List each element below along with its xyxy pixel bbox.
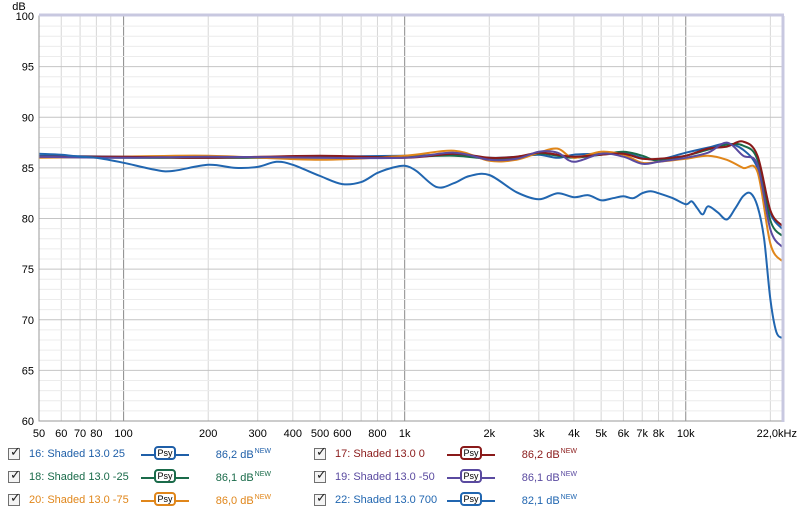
x-tick-label: 600 xyxy=(333,428,351,440)
new-badge: NEW xyxy=(254,494,271,501)
psy-button[interactable]: Psy xyxy=(447,492,495,508)
y-tick-label: 60 xyxy=(22,416,34,428)
y-tick-label: 65 xyxy=(22,365,34,377)
x-tick-label: 400 xyxy=(284,428,302,440)
legend-item-22[interactable]: ✓ 22: Shaded 13.0 700 Psy 82,1 dBNEW xyxy=(314,491,614,511)
legend-item-19[interactable]: ✓ 19: Shaded 13.0 -50 Psy 86,1 dBNEW xyxy=(314,468,614,488)
series-checkbox[interactable]: ✓ xyxy=(8,445,21,460)
psy-button[interactable]: Psy xyxy=(447,469,495,485)
x-tick-label: 5k xyxy=(595,428,607,440)
series-label: 17: Shaded 13.0 0 xyxy=(335,448,425,460)
x-tick-label: 800 xyxy=(368,428,386,440)
legend-item-20[interactable]: ✓ 20: Shaded 13.0 -75 Psy 86,0 dBNEW xyxy=(8,491,308,511)
x-tick-label: 10k xyxy=(677,428,695,440)
y-tick-label: 70 xyxy=(22,315,34,327)
psy-button[interactable]: Psy xyxy=(141,492,189,508)
series-label: 22: Shaded 13.0 700 xyxy=(335,494,438,506)
x-tick-label: 80 xyxy=(90,428,102,440)
y-tick-label: 80 xyxy=(22,214,34,226)
series-level: 86,0 dBNEW xyxy=(215,494,271,507)
y-tick-label: 95 xyxy=(22,62,34,74)
legend-item-17[interactable]: ✓ 17: Shaded 13.0 0 Psy 86,2 dBNEW xyxy=(314,445,614,465)
legend-panel: ✓ 16: Shaded 13.0 25 Psy 86,2 dBNEW ✓ 17… xyxy=(0,443,800,515)
chart-svg: 1009590858075706560dB50 60 70 80 100 200 300 40… xyxy=(12,1,797,440)
x-tick-label: 70 xyxy=(74,428,86,440)
frequency-response-chart: 100 95 90 85 80 75 70 65 60 dB 50 60 70 80 100 200 300 40… xyxy=(0,0,800,440)
x-tick-label: 1k xyxy=(399,428,411,440)
series-label: 18: Shaded 13.0 -25 xyxy=(29,471,129,483)
y-tick-label: 85 xyxy=(22,163,34,175)
new-badge: NEW xyxy=(254,448,271,455)
x-tick-label: 500 xyxy=(311,428,329,440)
psy-button[interactable]: Psy xyxy=(141,446,189,462)
x-tick-label: 300 xyxy=(249,428,267,440)
x-tick-label: 50 xyxy=(33,428,45,440)
x-tick-label: 100 xyxy=(114,428,132,440)
series-checkbox[interactable]: ✓ xyxy=(314,491,327,506)
series-checkbox[interactable]: ✓ xyxy=(314,468,327,483)
x-tick-label: 4k xyxy=(568,428,580,440)
y-axis-label: dB xyxy=(12,1,25,13)
series-checkbox[interactable]: ✓ xyxy=(314,445,327,460)
series-checkbox[interactable]: ✓ xyxy=(8,468,21,483)
new-badge: NEW xyxy=(254,471,271,478)
x-tick-label: 200 xyxy=(199,428,217,440)
x-tick-label: 60 xyxy=(55,428,67,440)
series-label: 16: Shaded 13.0 25 xyxy=(29,448,126,460)
y-tick-label: 90 xyxy=(22,112,34,124)
legend-item-16[interactable]: ✓ 16: Shaded 13.0 25 Psy 86,2 dBNEW xyxy=(8,445,308,465)
x-tick-label: 2k xyxy=(483,428,495,440)
series-level: 82,1 dBNEW xyxy=(521,494,577,507)
legend-item-18[interactable]: ✓ 18: Shaded 13.0 -25 Psy 86,1 dBNEW xyxy=(8,468,308,488)
x-tick-label: 8k xyxy=(653,428,665,440)
series-label: 19: Shaded 13.0 -50 xyxy=(335,471,435,483)
new-badge: NEW xyxy=(560,448,577,455)
psy-button[interactable]: Psy xyxy=(141,469,189,485)
y-tick-label: 75 xyxy=(22,264,34,276)
series-checkbox[interactable]: ✓ xyxy=(8,491,21,506)
psy-button[interactable]: Psy xyxy=(447,446,495,462)
x-tick-label: 6k xyxy=(618,428,630,440)
x-tick-label: 7k xyxy=(636,428,648,440)
series-level: 86,1 dBNEW xyxy=(521,471,577,484)
series-level: 86,2 dBNEW xyxy=(521,448,577,461)
series-label: 20: Shaded 13.0 -75 xyxy=(29,494,129,506)
x-tick-label: 3k xyxy=(533,428,545,440)
x-tick-label: 22,0kHz xyxy=(757,428,797,440)
series-level: 86,1 dBNEW xyxy=(215,471,271,484)
series-level: 86,2 dBNEW xyxy=(215,448,271,461)
new-badge: NEW xyxy=(560,494,577,501)
new-badge: NEW xyxy=(560,471,577,478)
